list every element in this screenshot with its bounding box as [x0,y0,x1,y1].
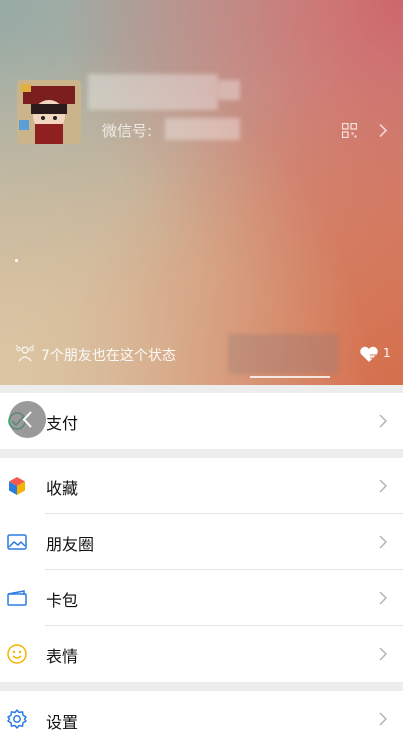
menu-item-moments[interactable]: 朋友圈 [0,514,403,570]
wechat-id-redacted [165,118,240,140]
chevron-right-icon [379,591,387,605]
status-people-icon [15,344,35,362]
settings-section: 设置 [0,691,403,738]
chevron-right-icon [379,535,387,549]
profile-header[interactable]: 微信号: 7个朋友也在这个状态 1 [0,0,403,385]
menu-label-pay: 支付 [46,414,79,433]
menu-label-settings: 设置 [46,713,79,732]
menu-label-cards: 卡包 [46,591,79,610]
friend-avatars-redacted [228,334,338,374]
wallet-icon [7,590,27,606]
heart-icon[interactable] [359,346,379,363]
chevron-right-icon [379,712,387,726]
menu-label-moments: 朋友圈 [46,535,95,554]
qr-code-icon[interactable] [342,123,357,138]
chevron-right-icon [379,414,387,428]
menu-item-pay[interactable]: 支付 [0,393,403,449]
nickname-redacted-2 [218,80,240,100]
cube-icon [9,477,25,495]
menu-item-stickers[interactable]: 表情 [0,626,403,682]
nickname-redacted [88,74,218,110]
gear-icon [7,709,27,729]
status-friends-text[interactable]: 7个朋友也在这个状态 [41,345,176,365]
avatar[interactable] [17,80,81,144]
menu-item-cards[interactable]: 卡包 [0,570,403,626]
chevron-right-icon [379,647,387,661]
chevron-right-icon[interactable] [378,123,388,138]
back-button[interactable] [9,401,46,438]
picture-icon [7,534,27,550]
menu-label-favorites: 收藏 [46,479,79,498]
menu-item-favorites[interactable]: 收藏 [0,458,403,514]
menu-label-stickers: 表情 [46,647,79,666]
status-underline [250,376,330,378]
menu-item-settings[interactable]: 设置 [0,691,403,738]
like-count: 1 [383,346,391,360]
chevron-left-icon [22,411,32,428]
chevron-right-icon [379,479,387,493]
main-menu-section: 收藏 朋友圈 卡包 表情 [0,458,403,682]
pay-section: 支付 [0,393,403,449]
smiley-icon [7,644,27,664]
wechat-id-label: 微信号: [102,122,153,140]
decorative-dot [15,259,18,262]
